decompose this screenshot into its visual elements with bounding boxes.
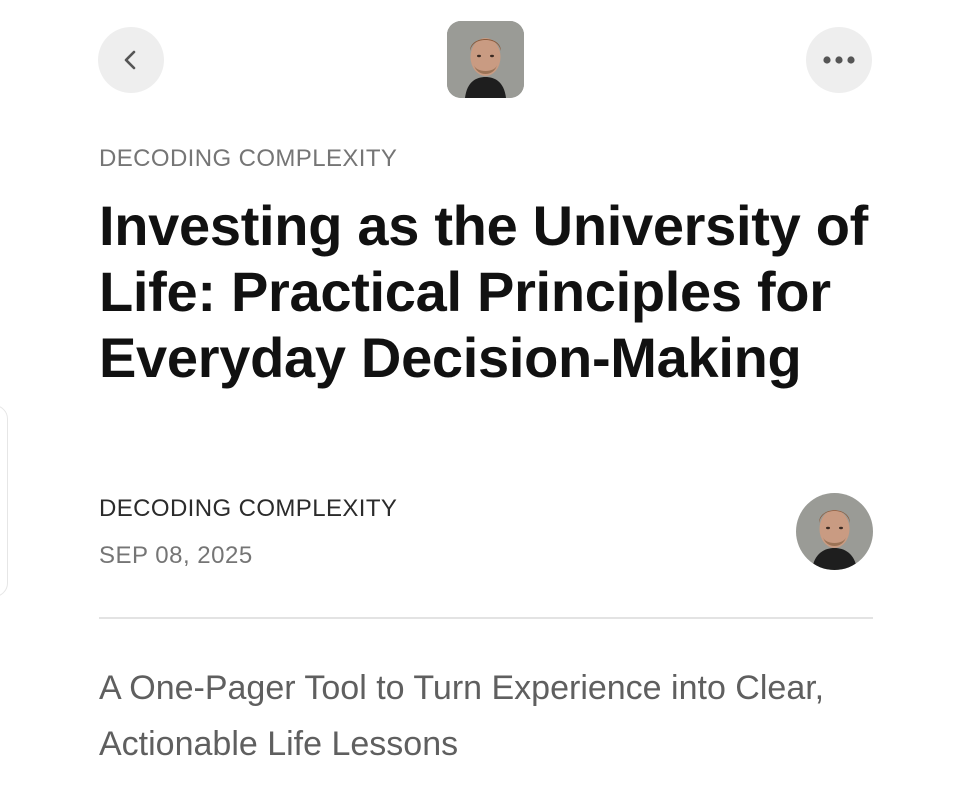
publication-avatar[interactable]: [447, 21, 524, 98]
article-page: DECODING COMPLEXITY Investing as the Uni…: [0, 0, 964, 804]
side-panel-edge: [0, 405, 8, 597]
author-photo: [447, 21, 524, 98]
article-subtitle: A One-Pager Tool to Turn Experience into…: [99, 669, 825, 763]
more-horizontal-icon: [823, 56, 855, 64]
chevron-left-icon: [124, 50, 136, 70]
author-name[interactable]: DECODING COMPLEXITY: [99, 495, 397, 523]
author-photo: [796, 493, 873, 570]
more-options-button[interactable]: [806, 27, 872, 93]
section-label: DECODING COMPLEXITY: [99, 145, 398, 172]
back-button[interactable]: [98, 27, 164, 93]
post-date: SEP 08, 2025: [99, 542, 253, 569]
article-title: Investing as the University of Life: Pra…: [99, 194, 868, 389]
author-avatar[interactable]: [796, 493, 873, 570]
divider: [99, 617, 873, 619]
